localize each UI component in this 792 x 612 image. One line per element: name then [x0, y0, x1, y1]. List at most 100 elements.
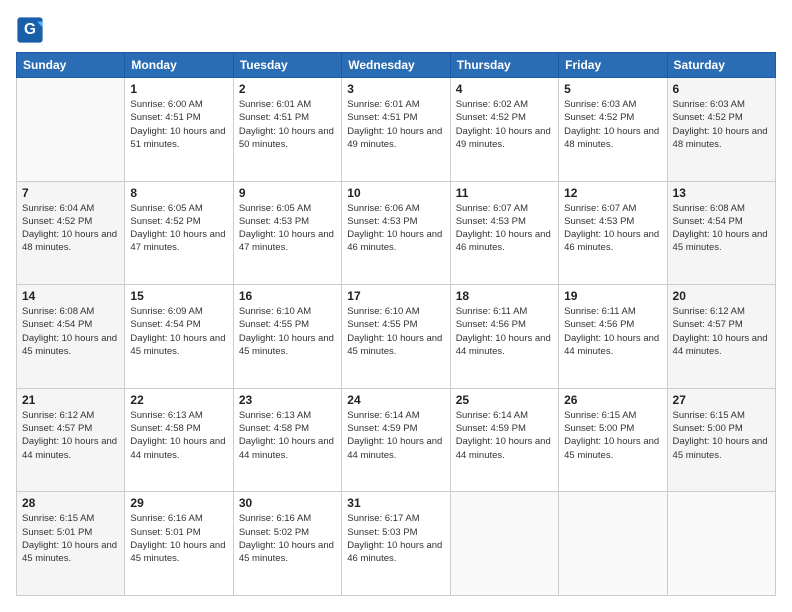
day-info: Sunrise: 6:01 AM Sunset: 4:51 PM Dayligh…: [239, 98, 336, 151]
day-number: 28: [22, 496, 119, 510]
day-number: 17: [347, 289, 444, 303]
day-info: Sunrise: 6:09 AM Sunset: 4:54 PM Dayligh…: [130, 305, 227, 358]
day-number: 26: [564, 393, 661, 407]
calendar-cell: 30Sunrise: 6:16 AM Sunset: 5:02 PM Dayli…: [233, 492, 341, 596]
calendar-week-3: 14Sunrise: 6:08 AM Sunset: 4:54 PM Dayli…: [17, 285, 776, 389]
day-info: Sunrise: 6:10 AM Sunset: 4:55 PM Dayligh…: [239, 305, 336, 358]
day-number: 20: [673, 289, 770, 303]
col-header-thursday: Thursday: [450, 53, 558, 78]
calendar-week-4: 21 Sunrise: 6:12 AM Sunset: 4:57 PM Dayli…: [17, 388, 776, 492]
day-number: 5: [564, 82, 661, 96]
day-info: Sunrise: 6:07 AM Sunset: 4:53 PM Dayligh…: [564, 202, 661, 255]
calendar-cell: [450, 492, 558, 596]
calendar-cell: 25 Sunrise: 6:14 AM Sunset: 4:59 PM Dayli…: [450, 388, 558, 492]
calendar-cell: 21 Sunrise: 6:12 AM Sunset: 4:57 PM Dayli…: [17, 388, 125, 492]
calendar-cell: 24 Sunrise: 6:14 AM Sunset: 4:59 PM Dayli…: [342, 388, 450, 492]
day-info: Sunrise: 6:13 AM Sunset: 4:58 PM Dayligh…: [130, 409, 227, 462]
day-number: 13: [673, 186, 770, 200]
day-info: Sunrise: 6:00 AM Sunset: 4:51 PM Dayligh…: [130, 98, 227, 151]
calendar-cell: 5 Sunrise: 6:03 AM Sunset: 4:52 PM Daylig…: [559, 78, 667, 182]
calendar-cell: 20Sunrise: 6:12 AM Sunset: 4:57 PM Dayli…: [667, 285, 775, 389]
day-number: 14: [22, 289, 119, 303]
day-number: 31: [347, 496, 444, 510]
day-number: 11: [456, 186, 553, 200]
day-number: 7: [22, 186, 119, 200]
calendar-cell: 31Sunrise: 6:17 AM Sunset: 5:03 PM Dayli…: [342, 492, 450, 596]
day-info: Sunrise: 6:01 AM Sunset: 4:51 PM Dayligh…: [347, 98, 444, 151]
day-number: 29: [130, 496, 227, 510]
day-number: 10: [347, 186, 444, 200]
day-number: 1: [130, 82, 227, 96]
day-info: Sunrise: 6:15 AM Sunset: 5:01 PM Dayligh…: [22, 512, 119, 565]
day-number: 25: [456, 393, 553, 407]
day-number: 6: [673, 82, 770, 96]
col-header-tuesday: Tuesday: [233, 53, 341, 78]
day-number: 19: [564, 289, 661, 303]
calendar-cell: 19 Sunrise: 6:11 AM Sunset: 4:56 PM Dayli…: [559, 285, 667, 389]
day-number: 2: [239, 82, 336, 96]
day-info: Sunrise: 6:03 AM Sunset: 4:52 PM Dayligh…: [673, 98, 770, 151]
day-info: Sunrise: 6:08 AM Sunset: 4:54 PM Dayligh…: [673, 202, 770, 255]
header: G: [16, 16, 776, 44]
day-info: Sunrise: 6:05 AM Sunset: 4:52 PM Dayligh…: [130, 202, 227, 255]
day-info: Sunrise: 6:13 AM Sunset: 4:58 PM Dayligh…: [239, 409, 336, 462]
calendar-cell: 7 Sunrise: 6:04 AM Sunset: 4:52 PM Daylig…: [17, 181, 125, 285]
day-info: Sunrise: 6:14 AM Sunset: 4:59 PM Dayligh…: [347, 409, 444, 462]
logo-icon: G: [16, 16, 44, 44]
calendar-cell: 4 Sunrise: 6:02 AM Sunset: 4:52 PM Daylig…: [450, 78, 558, 182]
svg-text:G: G: [24, 21, 36, 38]
calendar-week-2: 7 Sunrise: 6:04 AM Sunset: 4:52 PM Daylig…: [17, 181, 776, 285]
calendar-table: SundayMondayTuesdayWednesdayThursdayFrid…: [16, 52, 776, 596]
day-info: Sunrise: 6:15 AM Sunset: 5:00 PM Dayligh…: [564, 409, 661, 462]
calendar-cell: 2 Sunrise: 6:01 AM Sunset: 4:51 PM Daylig…: [233, 78, 341, 182]
calendar-cell: 14Sunrise: 6:08 AM Sunset: 4:54 PM Dayli…: [17, 285, 125, 389]
day-info: Sunrise: 6:15 AM Sunset: 5:00 PM Dayligh…: [673, 409, 770, 462]
calendar-cell: 8 Sunrise: 6:05 AM Sunset: 4:52 PM Daylig…: [125, 181, 233, 285]
col-header-monday: Monday: [125, 53, 233, 78]
day-number: 3: [347, 82, 444, 96]
col-header-friday: Friday: [559, 53, 667, 78]
calendar-cell: 11 Sunrise: 6:07 AM Sunset: 4:53 PM Dayli…: [450, 181, 558, 285]
calendar-cell: 1 Sunrise: 6:00 AM Sunset: 4:51 PM Daylig…: [125, 78, 233, 182]
day-number: 8: [130, 186, 227, 200]
day-info: Sunrise: 6:11 AM Sunset: 4:56 PM Dayligh…: [456, 305, 553, 358]
day-number: 27: [673, 393, 770, 407]
day-number: 4: [456, 82, 553, 96]
calendar-cell: 16 Sunrise: 6:10 AM Sunset: 4:55 PM Dayli…: [233, 285, 341, 389]
day-number: 16: [239, 289, 336, 303]
day-info: Sunrise: 6:12 AM Sunset: 4:57 PM Dayligh…: [22, 409, 119, 462]
col-header-saturday: Saturday: [667, 53, 775, 78]
calendar-cell: 17Sunrise: 6:10 AM Sunset: 4:55 PM Dayli…: [342, 285, 450, 389]
day-number: 21: [22, 393, 119, 407]
calendar-cell: 12Sunrise: 6:07 AM Sunset: 4:53 PM Dayli…: [559, 181, 667, 285]
day-number: 24: [347, 393, 444, 407]
calendar-cell: [667, 492, 775, 596]
calendar-cell: 10 Sunrise: 6:06 AM Sunset: 4:53 PM Dayli…: [342, 181, 450, 285]
day-number: 23: [239, 393, 336, 407]
calendar-header-row: SundayMondayTuesdayWednesdayThursdayFrid…: [17, 53, 776, 78]
day-info: Sunrise: 6:07 AM Sunset: 4:53 PM Dayligh…: [456, 202, 553, 255]
day-info: Sunrise: 6:06 AM Sunset: 4:53 PM Dayligh…: [347, 202, 444, 255]
day-info: Sunrise: 6:02 AM Sunset: 4:52 PM Dayligh…: [456, 98, 553, 151]
day-info: Sunrise: 6:16 AM Sunset: 5:01 PM Dayligh…: [130, 512, 227, 565]
day-info: Sunrise: 6:16 AM Sunset: 5:02 PM Dayligh…: [239, 512, 336, 565]
calendar-cell: 9Sunrise: 6:05 AM Sunset: 4:53 PM Daylig…: [233, 181, 341, 285]
calendar-cell: 6 Sunrise: 6:03 AM Sunset: 4:52 PM Daylig…: [667, 78, 775, 182]
day-info: Sunrise: 6:11 AM Sunset: 4:56 PM Dayligh…: [564, 305, 661, 358]
calendar-week-5: 28 Sunrise: 6:15 AM Sunset: 5:01 PM Dayli…: [17, 492, 776, 596]
day-number: 9: [239, 186, 336, 200]
day-info: Sunrise: 6:04 AM Sunset: 4:52 PM Dayligh…: [22, 202, 119, 255]
calendar-cell: 3 Sunrise: 6:01 AM Sunset: 4:51 PM Daylig…: [342, 78, 450, 182]
logo: G: [16, 16, 46, 44]
calendar-cell: [559, 492, 667, 596]
day-number: 22: [130, 393, 227, 407]
calendar-cell: 18Sunrise: 6:11 AM Sunset: 4:56 PM Dayli…: [450, 285, 558, 389]
day-number: 15: [130, 289, 227, 303]
calendar-cell: 28 Sunrise: 6:15 AM Sunset: 5:01 PM Dayli…: [17, 492, 125, 596]
calendar-cell: 13 Sunrise: 6:08 AM Sunset: 4:54 PM Dayli…: [667, 181, 775, 285]
col-header-sunday: Sunday: [17, 53, 125, 78]
day-info: Sunrise: 6:03 AM Sunset: 4:52 PM Dayligh…: [564, 98, 661, 151]
day-info: Sunrise: 6:14 AM Sunset: 4:59 PM Dayligh…: [456, 409, 553, 462]
calendar-cell: 15 Sunrise: 6:09 AM Sunset: 4:54 PM Dayli…: [125, 285, 233, 389]
calendar-cell: 29 Sunrise: 6:16 AM Sunset: 5:01 PM Dayli…: [125, 492, 233, 596]
